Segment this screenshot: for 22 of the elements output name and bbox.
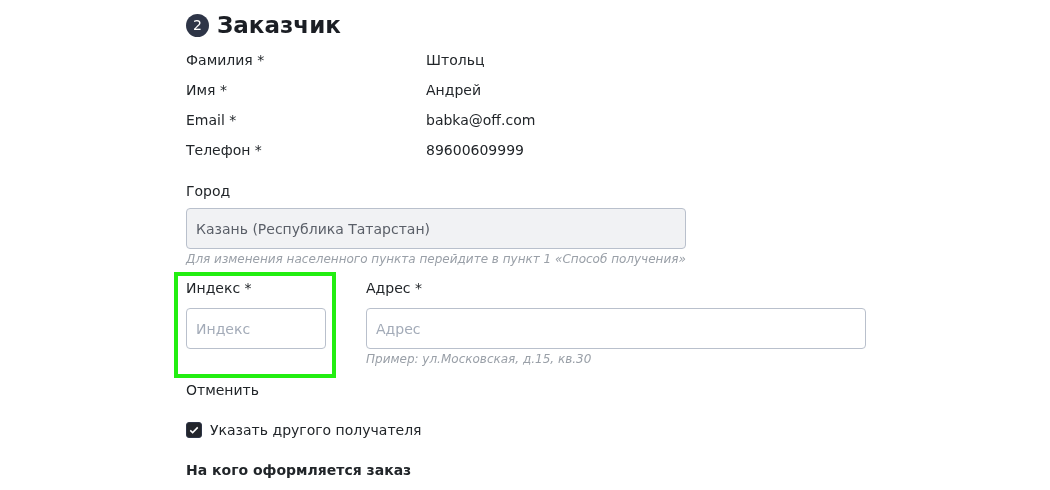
hint-text: Пример: ул.Московская, д.15, кв.30 xyxy=(366,352,592,366)
index-field[interactable]: Индекс xyxy=(186,308,326,349)
field-value: Штольц xyxy=(426,52,485,68)
field-label: Имя * xyxy=(186,82,228,98)
field-label: Индекс * xyxy=(186,280,252,298)
checkbox[interactable] xyxy=(186,422,202,438)
step-number-badge: 2 xyxy=(186,13,209,37)
field-label: Email * xyxy=(186,112,238,128)
field-value: Андрей xyxy=(426,82,481,98)
cancel-link[interactable]: Отменить xyxy=(186,382,259,398)
field-value: 89600609999 xyxy=(426,142,524,158)
hint-text: Для изменения населенного пункта перейдите в пункт 1 «Способ получения» xyxy=(186,252,686,266)
field-label: Телефон * xyxy=(186,142,263,158)
checkbox-label: Указать другого получателя xyxy=(210,422,422,438)
field-label: Город xyxy=(186,183,231,199)
field-label: Адрес * xyxy=(366,280,422,298)
check-icon xyxy=(188,424,200,436)
subsection-heading: На кого оформляется заказ xyxy=(186,462,412,478)
section-title: Заказчик xyxy=(217,12,341,38)
field-label: Фамилия * xyxy=(186,52,266,68)
address-field[interactable]: Адрес xyxy=(366,308,866,349)
field-value: babka@off.com xyxy=(426,112,536,128)
